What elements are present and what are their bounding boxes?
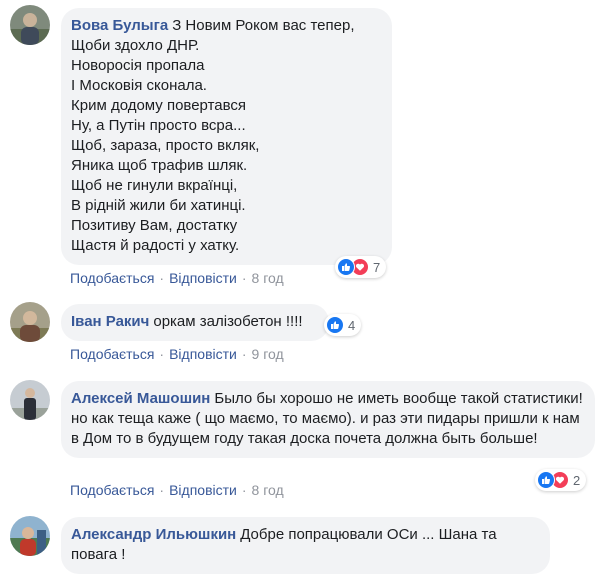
- avatar[interactable]: [10, 516, 50, 556]
- user-photo-icon: [10, 380, 50, 420]
- comment-time[interactable]: 9 год: [252, 346, 284, 362]
- comment-bubble: Алексей Машошин Было бы хорошо не иметь в…: [61, 381, 595, 458]
- reply-link[interactable]: Відповісти: [169, 482, 237, 498]
- comment-bubble: Іван Ракич оркам залізобетон !!!!: [61, 304, 329, 341]
- avatar[interactable]: [10, 5, 50, 45]
- like-link[interactable]: Подобається: [70, 270, 154, 286]
- like-link[interactable]: Подобається: [70, 346, 154, 362]
- separator: ·: [159, 346, 165, 362]
- comment-time[interactable]: 8 год: [252, 270, 284, 286]
- separator: ·: [241, 482, 247, 498]
- reaction-count: 4: [348, 317, 356, 333]
- comment-author[interactable]: Алексей Машошин: [71, 390, 210, 407]
- comment-actions: Подобається · Відповісти · 9 год: [70, 345, 284, 363]
- separator: ·: [159, 270, 165, 286]
- separator: ·: [159, 482, 165, 498]
- reply-link[interactable]: Відповісти: [169, 346, 237, 362]
- avatar[interactable]: [10, 380, 50, 420]
- comment-bubble: Вова Булыга З Новим Роком вас тепер, Щоби…: [61, 8, 392, 265]
- comment-author[interactable]: Вова Булыга: [71, 17, 168, 34]
- reaction-count: 2: [573, 472, 581, 488]
- avatar[interactable]: [10, 302, 50, 342]
- comment-bubble: Александр Ильюшкин Добре попрацювали ОСи …: [61, 517, 550, 574]
- comment-actions: Подобається · Відповісти · 8 год: [70, 481, 284, 499]
- like-reaction-icon: [537, 471, 555, 489]
- reply-link[interactable]: Відповісти: [169, 270, 237, 286]
- user-photo-icon: [10, 302, 50, 342]
- comment-author[interactable]: Александр Ильюшкин: [71, 526, 236, 543]
- reaction-summary[interactable]: 7: [335, 256, 387, 278]
- reaction-count: 7: [373, 259, 381, 275]
- reaction-summary[interactable]: 2: [535, 469, 587, 491]
- user-photo-icon: [10, 516, 50, 556]
- like-link[interactable]: Подобається: [70, 482, 154, 498]
- comment-author[interactable]: Іван Ракич: [71, 313, 149, 330]
- comment-text: оркам залізобетон !!!!: [153, 313, 303, 330]
- like-reaction-icon: [326, 316, 344, 334]
- like-reaction-icon: [337, 258, 355, 276]
- comment-actions: Подобається · Відповісти · 8 год: [70, 269, 284, 287]
- reaction-summary[interactable]: 4: [324, 314, 362, 336]
- comment-text: З Новим Роком вас тепер, Щоби здохло ДНР…: [71, 17, 355, 254]
- separator: ·: [241, 346, 247, 362]
- separator: ·: [241, 270, 247, 286]
- comment-time[interactable]: 8 год: [252, 482, 284, 498]
- user-photo-icon: [10, 5, 50, 45]
